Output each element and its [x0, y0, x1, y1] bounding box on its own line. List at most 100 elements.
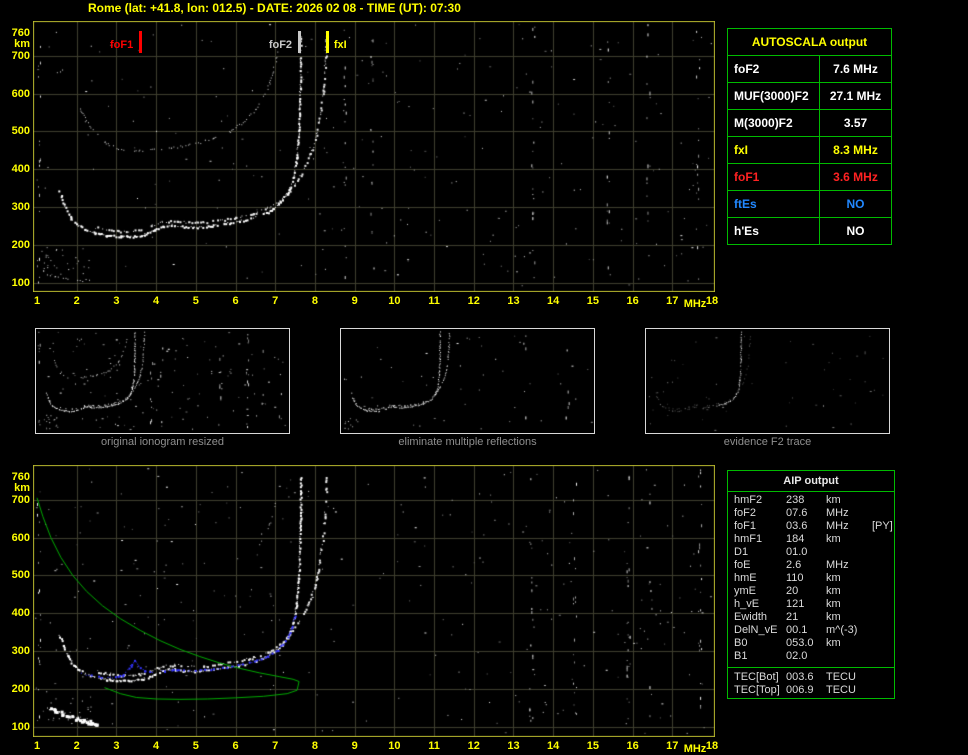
bottom-ytick-500: 500 [11, 569, 30, 582]
ionogram-plot-top [33, 21, 715, 292]
autoscala-param-value: 3.6 MHz [833, 170, 878, 184]
aip-param-name: foF2 [734, 507, 757, 519]
aip-param-name: hmE [734, 572, 757, 584]
aip-param-value: 003.6 [786, 671, 814, 683]
aip-param-name: TEC[Bot] [734, 671, 779, 683]
aip-param-extra [872, 650, 894, 663]
bottom-xtick-1: 1 [33, 740, 41, 752]
top-xtick-16: 16 [626, 295, 639, 307]
aip-table-title: AIP output [728, 471, 894, 492]
bottom-xtick-13: 13 [507, 740, 520, 752]
thumbnail-caption-eliminate: eliminate multiple reflections [398, 436, 537, 448]
bottom-xtick-3: 3 [113, 740, 120, 752]
bottom-xtick-10: 10 [388, 740, 401, 752]
thumbnail-eliminate-reflections [340, 328, 595, 434]
top-xtick-18: 18 [705, 295, 719, 307]
aip-param-unit: km [826, 494, 841, 506]
top-xtick-3: 3 [113, 295, 120, 307]
aip-param-extra [872, 671, 894, 684]
autoscala-param-value: NO [846, 224, 865, 238]
top-xtick-7: 7 [272, 295, 279, 307]
autoscala-param-label: foF2 [728, 56, 820, 82]
aip-param-value: 03.6 [786, 520, 808, 532]
aip-param-unit: km [826, 585, 841, 597]
thumbnail-caption-evidence: evidence F2 trace [723, 436, 812, 448]
aip-row-hmF1: hmF1 184 km [728, 533, 894, 546]
aip-param-value: 110 [786, 572, 804, 584]
top-ytick-200: 200 [11, 239, 30, 252]
station-date-title: Rome (lat: +41.8, lon: 012.5) - DATE: 20… [88, 1, 461, 15]
autoscala-param-value: NO [846, 197, 865, 211]
aip-param-extra [872, 533, 894, 546]
aip-param-name: B1 [734, 650, 748, 662]
aip-row-ymE: ymE 20 km [728, 585, 894, 598]
aip-param-name: B0 [734, 637, 748, 649]
aip-param-value: 20 [786, 585, 799, 597]
autoscala-param-label: h'Es [728, 218, 820, 244]
bottom-xtick-5: 5 [192, 740, 199, 752]
aip-param-value: 184 [786, 533, 805, 545]
autoscala-output-table: AUTOSCALA output foF2 7.6 MHz MUF(3000)F2 2… [727, 28, 892, 245]
aip-param-value: 053.0 [786, 637, 814, 649]
aip-param-value: 2.6 [786, 559, 802, 571]
aip-row-B0: B0 053.0 km [728, 637, 894, 650]
bottom-xtick-6: 6 [232, 740, 239, 752]
bottom-xtick-14: 14 [547, 740, 560, 752]
aip-row-D1: D1 01.0 [728, 546, 894, 559]
aip-param-value: 21 [786, 611, 799, 623]
aip-param-extra [872, 611, 894, 624]
aip-param-unit: MHz [826, 559, 849, 571]
aip-param-name: Ewidth [734, 611, 768, 623]
bottom-ytick-400: 400 [11, 607, 30, 620]
top-xtick-17: 17 [666, 295, 679, 307]
aip-param-name: foE [734, 559, 751, 571]
top-xtick-15: 15 [586, 295, 599, 307]
aip-row-Ewidth: Ewidth 21 km [728, 611, 894, 624]
aip-param-name: hmF1 [734, 533, 763, 545]
bottom-ytick-600: 600 [11, 531, 30, 544]
aip-param-unit: km [826, 611, 841, 623]
autoscala-param-label: ftEs [728, 191, 820, 217]
top-xtick-10: 10 [388, 295, 401, 307]
aip-param-unit [826, 546, 872, 559]
autoscala-table-title: AUTOSCALA output [728, 29, 891, 56]
bottom-xtick-4: 4 [153, 740, 160, 752]
autoscala-table-rows: foF2 7.6 MHz MUF(3000)F2 27.1 MHz M(3000)F2 3… [728, 56, 891, 244]
aip-param-unit: TECU [826, 684, 856, 696]
autoscala-row-foF1: foF1 3.6 MHz [728, 164, 891, 191]
top-xtick-5: 5 [192, 295, 199, 307]
aip-param-unit: MHz [826, 507, 849, 519]
aip-row-foF2: foF2 07.6 MHz [728, 507, 894, 520]
bottom-xlabel: MHz [683, 743, 707, 755]
bottom-xtick-12: 12 [467, 740, 480, 752]
aip-param-value: 02.0 [786, 650, 808, 662]
bottom-ytick-300: 300 [11, 645, 30, 658]
aip-table-rows: hmF2 238 km foF2 07.6 MHz foF1 03.6 MHz [PY] hmF1 1… [728, 492, 894, 664]
aip-row-hmE: hmE 110 km [728, 572, 894, 585]
bottom-xtick-18: 18 [705, 740, 719, 752]
bottom-xtick-16: 16 [626, 740, 639, 752]
aip-param-unit: m^(-3) [826, 624, 858, 636]
autoscala-row-M(3000)F2: M(3000)F2 3.57 [728, 110, 891, 137]
aip-param-name: h_vE [734, 598, 760, 610]
aip-param-name: hmF2 [734, 494, 763, 506]
aip-param-name: foF1 [734, 520, 757, 532]
top-xtick-11: 11 [428, 295, 440, 307]
top-ytick-700: 700 [11, 49, 30, 62]
autoscala-window: Rome (lat: +41.8, lon: 012.5) - DATE: 20… [0, 0, 968, 755]
thumbnail-original-ionogram [35, 328, 290, 434]
autoscala-row-fxI: fxI 8.3 MHz [728, 137, 891, 164]
bottom-xtick-11: 11 [428, 740, 440, 752]
autoscala-param-value: 27.1 MHz [829, 89, 882, 103]
top-xtick-1: 1 [33, 295, 41, 307]
aip-row-h_vE: h_vE 121 km [728, 598, 894, 611]
aip-param-unit: TECU [826, 671, 856, 683]
aip-param-value: 07.6 [786, 507, 808, 519]
aip-row-foE: foE 2.6 MHz [728, 559, 894, 572]
aip-param-unit: km [826, 637, 841, 649]
bottom-xtick-17: 17 [666, 740, 679, 752]
autoscala-row-foF2: foF2 7.6 MHz [728, 56, 891, 83]
autoscala-param-label: foF1 [728, 164, 820, 190]
autoscala-param-label: MUF(3000)F2 [728, 83, 820, 109]
bottom-xtick-2: 2 [73, 740, 80, 752]
